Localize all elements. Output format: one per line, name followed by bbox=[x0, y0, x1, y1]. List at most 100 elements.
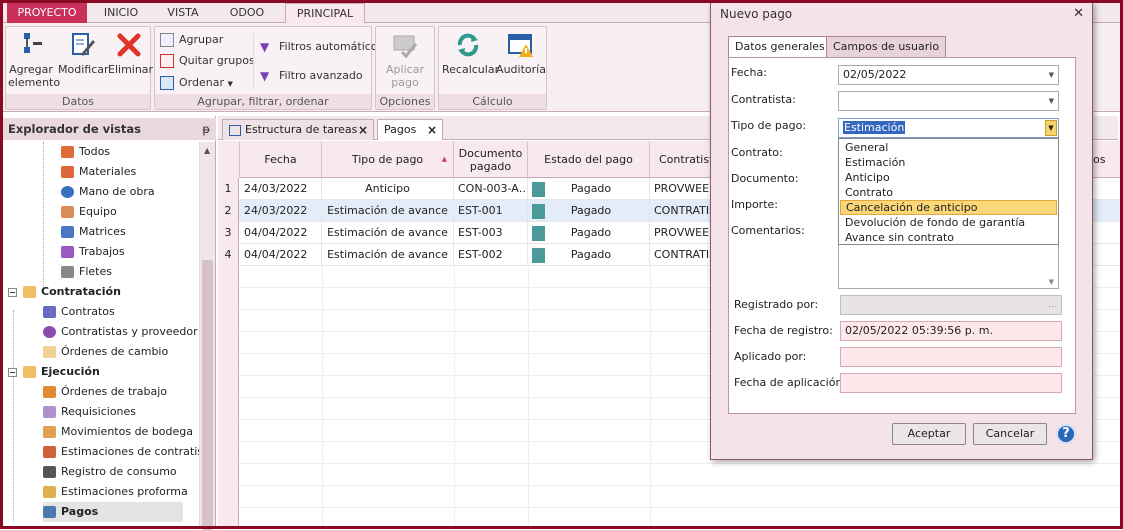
tree-item-requisiciones[interactable]: Requisiciones bbox=[43, 402, 136, 422]
tab-odoo[interactable]: ODOO bbox=[217, 3, 277, 23]
column-contratista[interactable]: Contratist bbox=[650, 141, 713, 178]
close-icon[interactable]: × bbox=[427, 120, 437, 140]
delete-button[interactable]: Eliminar bbox=[108, 30, 153, 76]
tab-principal[interactable]: PRINCIPAL bbox=[285, 3, 365, 24]
dropdown-option[interactable]: Devolución de fondo de garantía bbox=[840, 215, 1057, 230]
cell-fecha: 24/03/2022 bbox=[240, 178, 322, 200]
apply-payment-button[interactable]: Aplicar pago bbox=[382, 30, 428, 89]
tab-inicio[interactable]: INICIO bbox=[91, 3, 151, 23]
structure-icon bbox=[229, 124, 241, 136]
tree-item-ordenes-cambio[interactable]: Órdenes de cambio bbox=[43, 342, 168, 362]
scroll-thumb[interactable] bbox=[202, 260, 213, 530]
dialog-title: Nuevo pago bbox=[720, 7, 793, 21]
sort-button[interactable]: Ordenar ▼ bbox=[160, 74, 233, 92]
tree-item-mano-de-obra[interactable]: Mano de obra bbox=[61, 182, 155, 202]
empty-row bbox=[218, 464, 1120, 486]
help-icon[interactable]: ? bbox=[1056, 424, 1076, 444]
tree-group-ejecucion[interactable]: − Ejecución bbox=[8, 362, 100, 382]
payment-type-dropdown: General Estimación Anticipo Contrato Can… bbox=[838, 138, 1059, 245]
tree-item-contratistas[interactable]: Contratistas y proveedor… bbox=[43, 322, 200, 342]
grid-line bbox=[528, 266, 529, 288]
column-tipo-pago[interactable]: Tipo de pago ▲ bbox=[322, 141, 454, 178]
advfilter-label: Filtro avanzado bbox=[279, 69, 363, 82]
cell-tipo: Estimación de avance bbox=[322, 222, 454, 244]
doc-tab-estructura[interactable]: Estructura de tareas × bbox=[222, 119, 374, 140]
explorer-scrollbar[interactable]: ▲ bbox=[199, 142, 215, 530]
tree-item-label: Movimientos de bodega bbox=[61, 425, 193, 438]
column-documento[interactable]: Documento pagado bbox=[454, 141, 528, 178]
grid-line bbox=[528, 376, 529, 398]
autofilter-button[interactable]: ▼ Filtros automáticos bbox=[260, 38, 383, 56]
advfilter-button[interactable]: ▼ Filtro avanzado bbox=[260, 67, 363, 85]
doc-tab-pagos[interactable]: Pagos × bbox=[377, 119, 443, 140]
tree-item-label: Contratos bbox=[61, 305, 115, 318]
tree-item-materiales[interactable]: Materiales bbox=[61, 162, 136, 182]
recalculate-button[interactable]: Recalcular bbox=[442, 30, 499, 76]
grid-line bbox=[650, 288, 651, 310]
tree-item-fletes[interactable]: Fletes bbox=[61, 262, 112, 282]
cell-contratista: PROVWEED bbox=[650, 178, 712, 200]
tree-item-label: Contratistas y proveedor… bbox=[61, 325, 200, 338]
dropdown-option[interactable]: Anticipo bbox=[840, 170, 1057, 185]
equipment-icon bbox=[61, 206, 74, 218]
grid-line bbox=[322, 266, 323, 288]
dropdown-option[interactable]: General bbox=[840, 140, 1057, 155]
tree-item-movimientos-bodega[interactable]: Movimientos de bodega bbox=[43, 422, 193, 442]
dropdown-option-highlighted[interactable]: Cancelación de anticipo bbox=[840, 200, 1057, 215]
tree-item-registro-consumo[interactable]: Registro de consumo bbox=[43, 462, 177, 482]
tree-item-label: Registro de consumo bbox=[61, 465, 177, 478]
column-fecha[interactable]: Fecha bbox=[240, 141, 322, 178]
scroll-up-icon[interactable]: ▲ bbox=[204, 146, 210, 155]
add-element-button[interactable]: Agregar elemento bbox=[8, 30, 60, 89]
tab-datos-generales[interactable]: Datos generales bbox=[728, 36, 832, 58]
tree-item-equipo[interactable]: Equipo bbox=[61, 202, 117, 222]
grid-line bbox=[454, 310, 455, 332]
tree-item-todos[interactable]: Todos bbox=[61, 142, 110, 162]
tree-item-ordenes-trabajo[interactable]: Órdenes de trabajo bbox=[43, 382, 167, 402]
close-icon[interactable]: × bbox=[358, 120, 368, 140]
tab-campos-usuario[interactable]: Campos de usuario bbox=[826, 36, 947, 57]
column-estado[interactable]: Estado del pago bbox=[528, 141, 650, 178]
ungroup-button[interactable]: Quitar grupos bbox=[160, 52, 255, 70]
tab-vista[interactable]: VISTA bbox=[153, 3, 213, 23]
modify-button[interactable]: Modificar bbox=[58, 30, 109, 76]
sort-label: Ordenar bbox=[179, 76, 224, 89]
grid-line bbox=[528, 398, 529, 420]
pin-icon[interactable]: ᵽ bbox=[202, 118, 210, 140]
group-filtros: Agrupar Quitar grupos Ordenar ▼ ▼ Filtros… bbox=[154, 26, 383, 110]
dropdown-option[interactable]: Avance sin contrato bbox=[840, 230, 1057, 245]
add-element-icon bbox=[24, 33, 42, 53]
tree-item-trabajos[interactable]: Trabajos bbox=[61, 242, 125, 262]
collapse-icon[interactable]: − bbox=[8, 367, 17, 377]
tree-item-matrices[interactable]: Matrices bbox=[61, 222, 126, 242]
grid-line bbox=[650, 376, 651, 398]
tree-item-label: Materiales bbox=[79, 165, 137, 178]
tree-item-estimaciones-proforma[interactable]: Estimaciones proforma bbox=[43, 482, 188, 502]
delete-icon bbox=[117, 33, 141, 57]
group-button[interactable]: Agrupar bbox=[160, 31, 223, 49]
group-opciones: Aplicar pago Opciones bbox=[375, 26, 435, 110]
row-number bbox=[218, 420, 239, 442]
refresh-icon bbox=[457, 33, 479, 57]
dropdown-option[interactable]: Contrato bbox=[840, 185, 1057, 200]
close-icon[interactable]: ✕ bbox=[1073, 3, 1084, 25]
requisition-icon bbox=[43, 406, 56, 418]
tree-item-pagos[interactable]: Pagos bbox=[43, 502, 183, 522]
tree-item-label: Mano de obra bbox=[79, 185, 155, 198]
group-calculo: Recalcular Auditoría Cálculo bbox=[438, 26, 547, 110]
payment-icon bbox=[43, 506, 56, 518]
ungroup-icon bbox=[160, 54, 174, 68]
cell-estado: Pagado bbox=[528, 178, 650, 200]
tree-group-contratacion[interactable]: − Contratación bbox=[8, 282, 121, 302]
tree-item-contratos[interactable]: Contratos bbox=[43, 302, 115, 322]
sort-asc-icon: ▲ bbox=[441, 155, 447, 163]
collapse-icon[interactable]: − bbox=[8, 287, 17, 297]
worker-icon bbox=[61, 186, 74, 198]
audit-button[interactable]: Auditoría bbox=[496, 30, 546, 76]
grid-line bbox=[454, 464, 455, 486]
cell-fecha: 04/04/2022 bbox=[240, 222, 322, 244]
tab-proyecto[interactable]: PROYECTO bbox=[7, 3, 87, 23]
dropdown-option[interactable]: Estimación bbox=[840, 155, 1057, 170]
status-color-swatch bbox=[532, 181, 545, 197]
tree-item-estimaciones-contratistas[interactable]: Estimaciones de contratis… bbox=[43, 442, 200, 462]
